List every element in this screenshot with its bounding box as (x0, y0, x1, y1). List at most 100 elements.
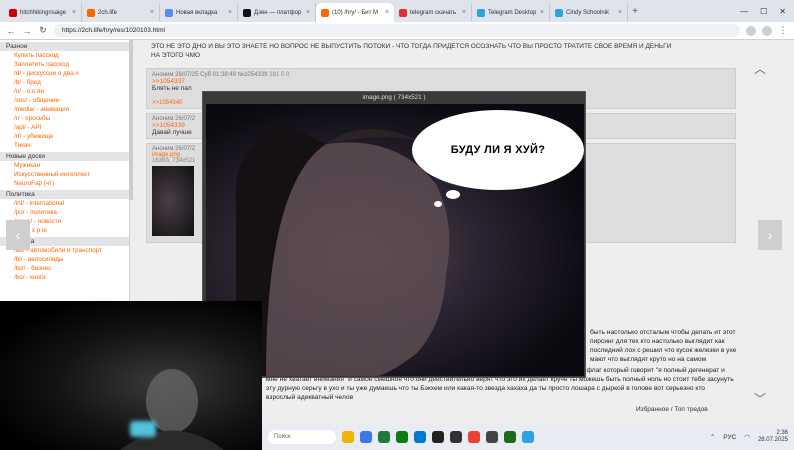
tab-close-icon[interactable]: × (385, 9, 389, 16)
sidebar-scrollbar[interactable] (129, 40, 133, 200)
back-icon[interactable]: ← (6, 26, 16, 36)
app-icon[interactable] (486, 431, 498, 443)
tray-chevron-icon[interactable]: ⌃ (710, 433, 715, 441)
profile-avatar[interactable] (762, 25, 772, 36)
tab-label: (10) /hry/ - Бит М (332, 9, 379, 16)
minimize-icon[interactable]: — (740, 7, 748, 16)
sidebar-board-link[interactable]: Заплатить пасскод (0, 60, 129, 69)
sidebar-board-link[interactable]: /bo/ - книги (0, 273, 129, 282)
address-bar: ← → ↻ https://2ch.life/hry/res/1020103.h… (0, 22, 794, 40)
wifi-icon[interactable]: ◠ (744, 433, 750, 441)
tab-label: Дзен — платфор (254, 9, 302, 16)
xbox-icon[interactable] (396, 431, 408, 443)
tab-favicon-icon (9, 8, 17, 17)
edge-icon[interactable] (414, 431, 426, 443)
webcam-light (130, 421, 156, 437)
window-controls: — ☐ ✕ (740, 0, 794, 22)
language-indicator[interactable]: РУС (723, 434, 736, 441)
app-icon[interactable] (504, 431, 516, 443)
sidebar-section-title: Разное (0, 42, 129, 51)
sidebar-board-link[interactable]: /d/ - дискуссии о два.ч (0, 69, 129, 78)
chrome-icon[interactable] (468, 431, 480, 443)
tab-list: hitchhikingnsaige × 2ch.life × Новая вкладка… (4, 3, 628, 22)
tab-4[interactable]: (10) /hry/ - Бит М × (316, 3, 394, 22)
url-input[interactable]: https://2ch.life/hry/res/1020103.html (54, 24, 740, 37)
url-text: https://2ch.life/hry/res/1020103.html (62, 27, 165, 34)
tab-favicon-icon (399, 8, 407, 17)
sidebar-board-link[interactable]: /soc/ - общение (0, 96, 129, 105)
gallery-prev-icon[interactable]: ‹ (6, 220, 30, 250)
taskbar-search-text: Поиск (274, 434, 291, 440)
tab-7[interactable]: Cindy Schoolnik × (550, 3, 628, 22)
tab-close-icon[interactable]: × (150, 9, 154, 16)
tab-favicon-icon (165, 8, 173, 17)
gallery-next-icon[interactable]: › (758, 220, 782, 250)
reload-icon[interactable]: ↻ (38, 25, 48, 36)
sidebar-board-link[interactable]: /int/ - international (0, 199, 129, 208)
op-text-line2: НА ЭТОГО ЧМО (151, 52, 201, 59)
close-icon[interactable]: ✕ (779, 7, 786, 16)
scroll-down-icon[interactable]: ﹀ (754, 390, 766, 407)
tab-0[interactable]: hitchhikingnsaige × (4, 3, 82, 22)
app-icon[interactable] (450, 431, 462, 443)
tab-label: hitchhikingnsaige (20, 9, 67, 16)
sidebar-board-link[interactable]: Искусственный интеллект (0, 170, 129, 179)
sidebar-board-link[interactable]: /r/ - просьбы (0, 114, 129, 123)
post-reference[interactable]: >>1054337 (152, 78, 730, 85)
tab-3[interactable]: Дзен — платфор × (238, 3, 316, 22)
app-icon[interactable] (360, 431, 372, 443)
sidebar-board-link[interactable]: /po/ - политика (0, 208, 129, 217)
forward-icon[interactable]: → (22, 26, 32, 36)
sidebar-board-link[interactable]: Тикач (0, 141, 129, 150)
tab-close-icon[interactable]: × (618, 9, 622, 16)
telegram-icon[interactable] (522, 431, 534, 443)
post-thumbnail[interactable] (152, 166, 194, 236)
taskbar-search[interactable]: Поиск (268, 430, 336, 444)
menu-icon[interactable]: ⋮ (778, 25, 788, 36)
sidebar-board-link[interactable]: Мужикан (0, 161, 129, 170)
tab-6[interactable]: Telegram Desktop × (472, 3, 550, 22)
tab-1[interactable]: 2ch.life × (82, 3, 160, 22)
tab-close-icon[interactable]: × (72, 9, 76, 16)
new-tab-button[interactable]: + (628, 6, 642, 17)
taskbar: Поиск ⌃ РУС ◠ 2:36 28.07.2025 (262, 424, 794, 450)
tab-favicon-icon (87, 8, 95, 17)
tab-close-icon[interactable]: × (306, 9, 310, 16)
sidebar-board-link[interactable]: /bi/ - велосипеды (0, 255, 129, 264)
sidebar-board-link[interactable]: /media/ - анимация (0, 105, 129, 114)
browser-tab-bar: hitchhikingnsaige × 2ch.life × Новая вкладка… (0, 0, 794, 22)
maximize-icon[interactable]: ☐ (760, 7, 767, 16)
tab-close-icon[interactable]: × (228, 9, 232, 16)
tab-favicon-icon (555, 8, 563, 17)
app-icon[interactable] (378, 431, 390, 443)
sidebar-board-link[interactable]: /rf/ - убежище (0, 132, 129, 141)
clock[interactable]: 2:36 28.07.2025 (758, 430, 788, 444)
speech-bubble-tail (446, 190, 460, 199)
viewer-title: image.png ( 734x521 ) (362, 94, 426, 101)
sidebar-board-link[interactable]: /api/ - API (0, 123, 129, 132)
tab-close-icon[interactable]: × (540, 9, 544, 16)
viewer-image[interactable]: БУДУ ЛИ Я ХУЙ? (206, 104, 584, 376)
tab-2[interactable]: Новая вкладка × (160, 3, 238, 22)
sidebar-board-link[interactable]: /o/ - o:o:ян (0, 87, 129, 96)
tab-close-icon[interactable]: × (462, 9, 466, 16)
tab-5[interactable]: telegram скачать × (394, 3, 472, 22)
webcam-overlay (0, 301, 262, 450)
sidebar-board-link[interactable]: NeuroFap (чт) (0, 179, 129, 188)
tab-favicon-icon (321, 8, 329, 17)
sidebar-board-link[interactable]: /biz/ - бизнес (0, 264, 129, 273)
sidebar-board-link[interactable]: /b/ - бред (0, 78, 129, 87)
sidebar-board-link[interactable]: Купить пасскод (0, 51, 129, 60)
file-explorer-icon[interactable] (342, 431, 354, 443)
tab-label: telegram скачать (410, 9, 457, 16)
favorites-bar[interactable]: Избранное / Топ тредов (636, 406, 708, 413)
sidebar-section-title: Политика (0, 190, 129, 199)
app-icon[interactable] (432, 431, 444, 443)
speech-bubble-tail (434, 201, 442, 207)
op-post: ЭТО НЕ ЭТО ДНО И ВЫ ЭТО ЗНАЕТЕ НО ВОПРОС… (146, 40, 736, 62)
speech-bubble-text: БУДУ ЛИ Я ХУЙ? (450, 144, 546, 156)
scroll-up-icon[interactable]: ︿ (754, 60, 766, 77)
system-tray: ⌃ РУС ◠ 2:36 28.07.2025 (710, 430, 788, 444)
speech-bubble: БУДУ ЛИ Я ХУЙ? (412, 110, 584, 190)
extension-icon[interactable] (746, 25, 756, 36)
